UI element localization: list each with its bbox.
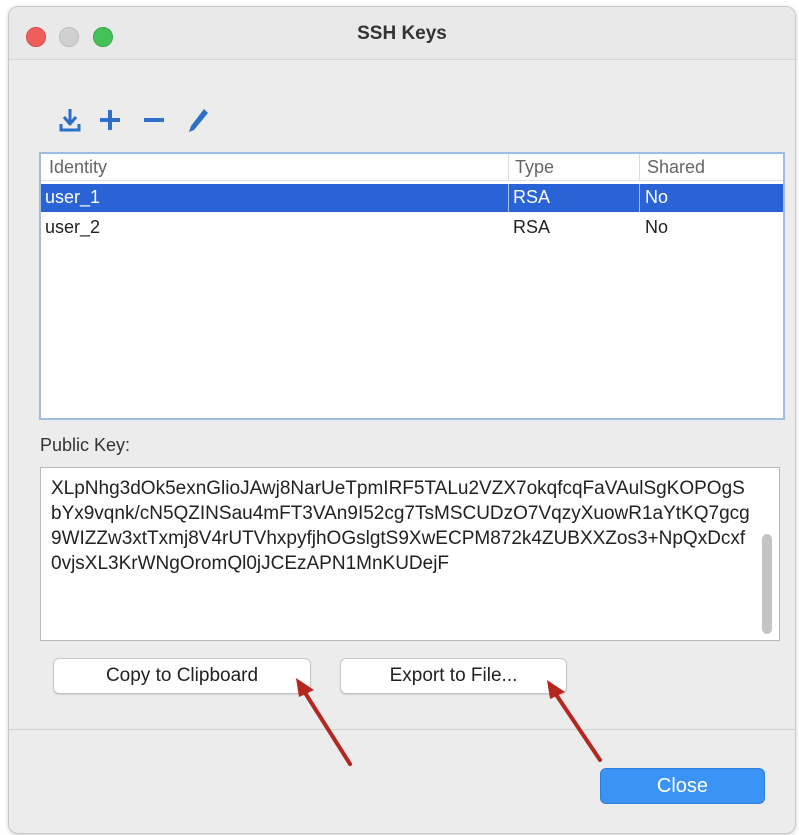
remove-key-button[interactable] [137,103,171,137]
column-divider [508,154,509,180]
column-divider [639,154,640,180]
cell-divider [508,184,509,212]
column-header-identity[interactable]: Identity [49,157,107,178]
title-bar: SSH Keys [9,7,795,60]
footer-separator [9,729,795,730]
cell-shared: No [645,217,669,237]
cell-type: RSA [513,187,551,207]
cell-shared: No [645,187,669,207]
import-icon [59,109,81,132]
window-title: SSH Keys [357,23,447,44]
table-header: Identity Type Shared [41,154,783,181]
column-header-shared[interactable]: Shared [647,157,705,178]
add-icon [100,110,120,130]
cell-type: RSA [513,217,551,237]
table-row[interactable]: user_2 RSA No [41,214,783,242]
export-to-file-button[interactable]: Export to File... [340,658,567,694]
identity-table: Identity Type Shared user_1 RSA No user_… [39,152,785,420]
public-key-label: Public Key: [40,435,131,455]
remove-icon [144,118,164,122]
add-key-button[interactable] [93,103,127,137]
table-row-selected[interactable]: user_1 RSA No [41,184,783,212]
ssh-keys-window: SSH Keys Identity Type Shared user_1 RSA… [8,6,796,834]
public-key-textarea[interactable]: XLpNhg3dOk5exnGlioJAwj8NarUeTpmIRF5TALu2… [40,467,780,641]
cell-identity: user_1 [45,187,101,207]
edit-icon [189,109,208,132]
cell-divider [639,184,640,212]
cell-identity: user_2 [45,217,101,237]
public-key-value[interactable]: XLpNhg3dOk5exnGlioJAwj8NarUeTpmIRF5TALu2… [51,476,751,576]
column-header-type[interactable]: Type [515,157,554,178]
edit-key-button[interactable] [181,103,215,137]
close-button[interactable]: Close [600,768,765,804]
public-key-scrollbar[interactable] [762,534,772,634]
import-key-button[interactable] [53,103,87,137]
copy-to-clipboard-button[interactable]: Copy to Clipboard [53,658,311,694]
